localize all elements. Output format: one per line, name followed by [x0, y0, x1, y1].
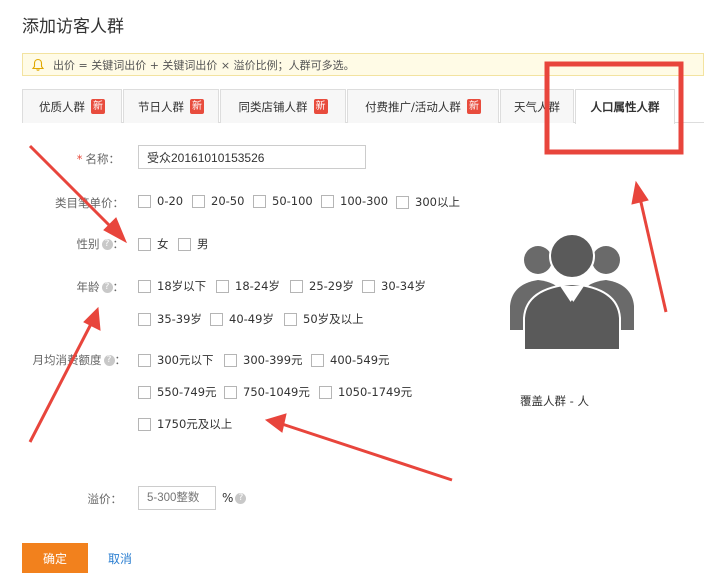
percent-unit: %?: [222, 491, 247, 505]
age-label: 年龄?：: [76, 280, 125, 294]
premium-input[interactable]: [138, 486, 216, 510]
new-badge: 新: [313, 99, 328, 114]
age-option[interactable]: 25-29岁: [290, 278, 354, 294]
page-title: 添加访客人群: [22, 17, 124, 37]
tab-label: 付费推广/活动人群: [365, 99, 461, 114]
tab-label: 同类店铺人群: [238, 99, 308, 114]
spend-option[interactable]: 300-399元: [224, 352, 303, 368]
checkbox[interactable]: [138, 312, 151, 326]
confirm-button[interactable]: 确定: [22, 543, 88, 573]
gender-option-female[interactable]: 女: [138, 236, 169, 252]
new-badge: 新: [466, 99, 481, 114]
age-option[interactable]: 30-34岁: [362, 278, 426, 294]
arrow-head: [264, 413, 287, 433]
notice-bar: 出价 = 关键词出价 + 关键词出价 × 溢价比例；人群可多选。: [22, 53, 704, 76]
checkbox[interactable]: [224, 385, 237, 399]
checkbox[interactable]: [224, 353, 237, 367]
checkbox[interactable]: [284, 312, 297, 326]
arrow-head: [631, 180, 649, 205]
audience-group-icon: [510, 233, 634, 350]
new-badge: 新: [91, 99, 105, 114]
age-option[interactable]: 18-24岁: [216, 278, 280, 294]
monthly-spend-label: 月均消费额度?：: [32, 353, 127, 367]
help-icon[interactable]: ?: [103, 355, 115, 366]
spend-option[interactable]: 750-1049元: [224, 384, 310, 400]
help-icon[interactable]: ?: [101, 239, 113, 250]
tab-label: 人口属性人群: [590, 100, 660, 114]
annotation-arrow: [28, 321, 94, 443]
bell-icon: [31, 58, 45, 71]
checkbox[interactable]: [321, 194, 334, 208]
age-option[interactable]: 18岁以下: [138, 278, 206, 294]
tab-quality[interactable]: 优质人群新: [22, 89, 122, 123]
annotation-arrow: [638, 197, 668, 313]
cancel-link[interactable]: 取消: [108, 550, 132, 567]
arrow-head: [83, 306, 101, 331]
category-option[interactable]: 20-50: [192, 194, 244, 208]
annotation-arrow: [281, 422, 453, 482]
name-field[interactable]: [138, 145, 366, 169]
tab-demographic[interactable]: 人口属性人群: [575, 89, 675, 124]
checkbox[interactable]: [210, 312, 223, 326]
tab-bar: 优质人群新 节日人群新 同类店铺人群新 付费推广/活动人群新 天气人群 人口属性…: [22, 89, 704, 124]
spend-option[interactable]: 1050-1749元: [319, 384, 412, 400]
tab-label: 优质人群: [39, 99, 85, 114]
age-option[interactable]: 35-39岁: [138, 311, 202, 327]
help-icon[interactable]: ?: [235, 493, 247, 504]
category-option[interactable]: 100-300: [321, 194, 388, 208]
checkbox[interactable]: [138, 353, 151, 367]
checkbox[interactable]: [138, 237, 151, 251]
spend-option[interactable]: 300元以下: [138, 352, 213, 368]
checkbox[interactable]: [362, 279, 375, 293]
checkbox[interactable]: [138, 417, 151, 431]
gender-label: 性别?：: [76, 237, 125, 251]
required-star: *: [76, 152, 83, 166]
gender-option-male[interactable]: 男: [178, 236, 209, 252]
tab-weather[interactable]: 天气人群: [500, 89, 574, 123]
name-label: * 名称：: [76, 152, 120, 166]
checkbox[interactable]: [290, 279, 303, 293]
premium-label: 溢价：: [87, 492, 123, 506]
checkbox[interactable]: [319, 385, 332, 399]
tab-holiday[interactable]: 节日人群新: [123, 89, 219, 123]
checkbox[interactable]: [253, 194, 266, 208]
checkbox[interactable]: [138, 194, 151, 208]
checkbox[interactable]: [138, 385, 151, 399]
checkbox[interactable]: [216, 279, 229, 293]
checkbox[interactable]: [192, 194, 205, 208]
spend-option[interactable]: 550-749元: [138, 384, 217, 400]
checkbox[interactable]: [178, 237, 191, 251]
checkbox[interactable]: [138, 279, 151, 293]
tab-paid-promotion[interactable]: 付费推广/活动人群新: [347, 89, 499, 123]
tab-label: 天气人群: [514, 99, 560, 114]
tab-label: 节日人群: [138, 99, 184, 114]
coverage-count: 覆盖人群 - 人: [520, 394, 589, 408]
category-option[interactable]: 300以上: [396, 194, 460, 210]
notice-text: 出价 = 关键词出价 + 关键词出价 × 溢价比例；人群可多选。: [53, 58, 355, 72]
tab-similar-shop[interactable]: 同类店铺人群新: [220, 89, 346, 123]
help-icon[interactable]: ?: [101, 282, 113, 293]
category-option[interactable]: 0-20: [138, 194, 183, 208]
category-price-label: 类目笔单价：: [55, 196, 124, 210]
checkbox[interactable]: [311, 353, 324, 367]
age-option[interactable]: 50岁及以上: [284, 311, 364, 327]
checkbox[interactable]: [396, 195, 409, 209]
age-option[interactable]: 40-49岁: [210, 311, 274, 327]
category-option[interactable]: 50-100: [253, 194, 313, 208]
spend-option[interactable]: 1750元及以上: [138, 416, 232, 432]
new-badge: 新: [190, 99, 204, 114]
spend-option[interactable]: 400-549元: [311, 352, 390, 368]
